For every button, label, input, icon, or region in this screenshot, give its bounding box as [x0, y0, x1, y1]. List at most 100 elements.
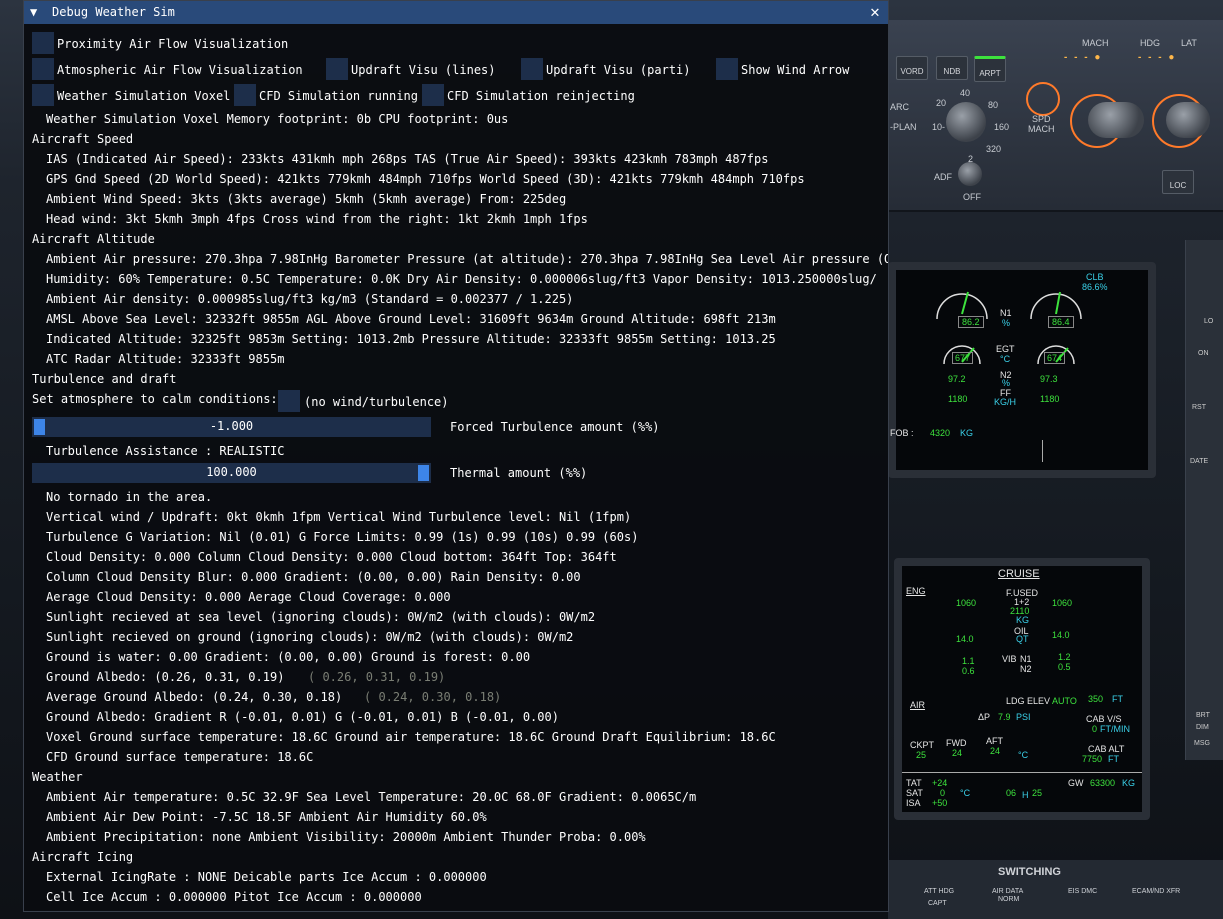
gps-line: GPS Gnd Speed (2D World Speed): 421kts 7…	[46, 172, 805, 186]
turbulence-slider[interactable]: -1.000	[32, 417, 431, 437]
arpt-button[interactable]: ARPT	[974, 56, 1006, 82]
ldg-value: 350	[1088, 694, 1104, 704]
aft-label: AFT	[986, 736, 1003, 746]
air-data-label: AIR DATA	[992, 888, 1024, 895]
off-label: OFF	[963, 192, 981, 202]
ldg-unit: FT	[1112, 694, 1123, 704]
oil-left: 14.0	[956, 634, 974, 644]
time-hours: 06	[1006, 788, 1017, 798]
gw-label: GW	[1068, 778, 1084, 788]
sunlight-ground-line: Sunlight recieved on ground (ignoring cl…	[46, 630, 574, 644]
proximity-label: Proximity Air Flow Visualization	[57, 37, 289, 51]
arc-label: ARC	[890, 102, 910, 112]
cfd-running-label: CFD Simulation running	[259, 89, 418, 103]
vib-n2-right: 0.5	[1058, 662, 1071, 672]
n1-pct: %	[1002, 318, 1011, 328]
cab-alt-label: CAB ALT	[1088, 744, 1125, 754]
vord-button[interactable]: VORD	[896, 56, 928, 80]
time-minutes: 25	[1032, 788, 1043, 798]
isa-label: ISA	[906, 798, 921, 808]
dp-value: 7.9	[998, 712, 1011, 722]
hdg-display: - - - ●	[1138, 52, 1177, 63]
voxel-checkbox[interactable]	[32, 84, 54, 106]
cell-ice-line: Cell Ice Accum : 0.000000 Pitot Ice Accu…	[46, 890, 422, 904]
ff-unit: KG/H	[994, 397, 1017, 407]
fused-left: 1060	[956, 598, 977, 608]
turbulence-slider-label: Forced Turbulence amount (%%)	[450, 420, 660, 434]
air-temperature-line: Ambient Air temperature: 0.5C 32.9F Sea …	[46, 790, 697, 804]
updraft-parti-checkbox[interactable]	[521, 58, 543, 80]
vertical-wind-line: Vertical wind / Updraft: 0kt 0kmh 1fpm V…	[46, 510, 632, 524]
thermal-slider[interactable]: 100.000	[32, 463, 431, 483]
loc-button[interactable]: LOC	[1162, 170, 1194, 194]
updraft-lines-checkbox[interactable]	[326, 58, 348, 80]
gw-value: 63300	[1090, 778, 1116, 788]
mach-label-2: MACH	[1028, 124, 1055, 134]
date-label: DATE	[1190, 458, 1209, 465]
mach-label: MACH	[1082, 38, 1109, 48]
vib-n1-right: 1.2	[1058, 652, 1071, 662]
icing-rate-line: External IcingRate : NONE Deicable parts…	[46, 870, 487, 884]
ndb-button[interactable]: NDB	[936, 56, 968, 80]
range-40: 40	[960, 88, 971, 98]
ground-albedo-muted: ( 0.26, 0.31, 0.19)	[308, 670, 446, 684]
ldg-elev-label: LDG ELEV	[1006, 696, 1051, 706]
proximity-checkbox[interactable]	[32, 32, 54, 54]
dew-point-line: Ambient Air Dew Point: -7.5C 18.5F Ambie…	[46, 810, 487, 824]
fused-right: 1060	[1052, 598, 1073, 608]
spd-knob[interactable]	[1088, 102, 1144, 138]
fwd-temp: 24	[952, 748, 963, 758]
column-cloud-blur-line: Column Cloud Density Blur: 0.000 Gradien…	[46, 570, 581, 584]
section-aircraft-speed: Aircraft Speed	[32, 132, 134, 146]
average-cloud-line: Aerage Cloud Density: 0.000 Aerage Cloud…	[46, 590, 451, 604]
ff-right-value: 1180	[1040, 394, 1060, 404]
cfd-reinject-checkbox[interactable]	[422, 84, 444, 106]
close-icon[interactable]: ✕	[865, 2, 885, 22]
ecam-nd-label: ECAM/ND XFR	[1132, 888, 1181, 895]
ckpt-temp: 25	[916, 750, 927, 760]
density-line: Ambient Air density: 0.000985slug/ft3 kg…	[46, 292, 574, 306]
range-320: 320	[986, 144, 1002, 154]
wind-arrow-checkbox[interactable]	[716, 58, 738, 80]
rst-label: RST	[1192, 404, 1206, 411]
ias-line: IAS (Indicated Air Speed): 233kts 431kmh…	[46, 152, 769, 166]
section-aircraft-altitude: Aircraft Altitude	[32, 232, 155, 246]
wind-arrow-label: Show Wind Arrow	[741, 63, 850, 77]
dp-unit: PSI	[1016, 712, 1031, 722]
ff-left-value: 1180	[948, 394, 968, 404]
sat-value: 0	[940, 788, 946, 798]
fob-label: FOB :	[890, 428, 914, 438]
temp-unit: °C	[960, 788, 971, 798]
sunlight-sea-line: Sunlight recieved at sea level (ignoring…	[46, 610, 596, 624]
eng-label: ENG	[906, 586, 926, 596]
brt-label: BRT	[1196, 712, 1210, 719]
n2-left-value: 97.2	[948, 374, 966, 384]
thermal-slider-value: 100.000	[206, 465, 257, 479]
tat-label: TAT	[906, 778, 922, 788]
mach-display: - - - ●	[1064, 52, 1103, 63]
lower-ecam: CRUISE ENG F.USED 1+2 1060 1060 2110 KG …	[894, 558, 1150, 820]
cfd-reinject-label: CFD Simulation reinjecting	[447, 89, 635, 103]
range-20: 20	[936, 98, 947, 108]
spd-mach-button[interactable]	[1026, 82, 1060, 116]
atc-altitude-line: ATC Radar Altitude: 32333ft 9855m	[46, 352, 285, 366]
dp-label: ΔP	[978, 712, 991, 722]
debug-weather-window: ▼ Debug Weather Sim ✕ Proximity Air Flow…	[23, 0, 889, 912]
headwind-line: Head wind: 3kt 5kmh 3mph 4fps Cross wind…	[46, 212, 588, 226]
triangle-down-icon[interactable]: ▼	[30, 5, 37, 19]
atmospheric-checkbox[interactable]	[32, 58, 54, 80]
cabin-temp-unit: °C	[1018, 750, 1029, 760]
calm-conditions-checkbox[interactable]	[278, 390, 300, 412]
aft-temp: 24	[990, 746, 1001, 756]
cfd-running-checkbox[interactable]	[234, 84, 256, 106]
hdg-knob[interactable]	[1166, 102, 1210, 138]
plan-label: -PLAN	[890, 122, 917, 132]
n2-right-value: 97.3	[1040, 374, 1058, 384]
window-titlebar[interactable]: ▼ Debug Weather Sim ✕	[24, 1, 888, 24]
oil-right: 14.0	[1052, 630, 1070, 640]
amsl-line: AMSL Above Sea Level: 32332ft 9855m AGL …	[46, 312, 776, 326]
cab-vs-label: CAB V/S	[1086, 714, 1122, 724]
voxel-label: Weather Simulation Voxel	[57, 89, 231, 103]
adf-switch[interactable]	[958, 162, 982, 186]
range-knob[interactable]	[946, 102, 986, 142]
